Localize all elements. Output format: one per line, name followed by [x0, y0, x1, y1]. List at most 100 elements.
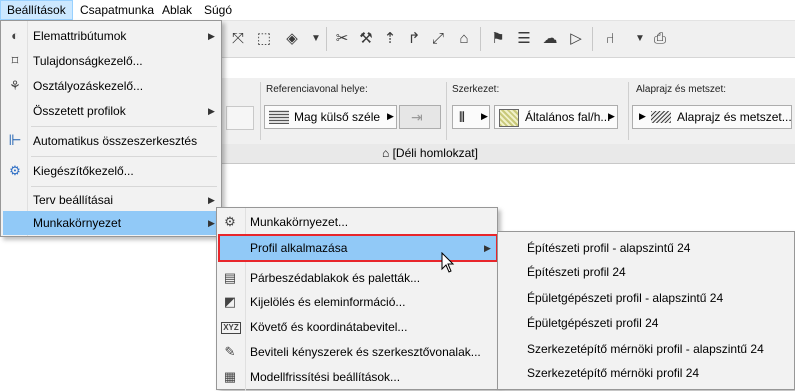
menu-item-label: Munkakörnyezet...: [250, 215, 349, 229]
menu-item-koveto[interactable]: XYZ Követő és koordinátabevitel...: [217, 315, 497, 339]
select-box-icon[interactable]: ⬚: [254, 29, 274, 49]
structure-type-icon: ⫴: [459, 109, 465, 125]
xyz-icon: XYZ: [221, 322, 241, 334]
menu-item-profile-2[interactable]: Építészeti profil 24: [498, 260, 794, 284]
resize-icon[interactable]: ⤢: [428, 29, 448, 49]
menu-bar: Beállítások Csapatmunka Ablak Súgó: [0, 0, 795, 21]
dropdown-arrow-icon[interactable]: ▼: [306, 29, 326, 49]
elevate-icon[interactable]: ⇡: [380, 29, 400, 49]
ref-offset-button[interactable]: ⇥: [399, 105, 441, 129]
chair-icon[interactable]: ⑁: [600, 29, 620, 49]
menu-item-modellfrissitesi[interactable]: ▦ Modellfrissítési beállítások...: [217, 365, 497, 389]
menu-beallitasok[interactable]: Beállítások: [0, 0, 73, 20]
menu-item-osszetett-profilok[interactable]: Összetett profilok ▶: [1, 99, 221, 123]
menu-item-label: Szerkezetépítő mérnöki profil - alapszin…: [527, 342, 764, 356]
menu-item-label: Automatikus összeszerkesztés: [33, 134, 198, 148]
menu-item-automatikus-osszeszerkesztes[interactable]: ⊩ Automatikus összeszerkesztés: [1, 129, 221, 153]
chevron-right-icon: ▶: [208, 218, 215, 228]
menu-item-osztalyozaskezelo[interactable]: ⚘ Osztályozáskezelő...: [1, 74, 221, 98]
menu-item-label: Elemattribútumok: [33, 29, 127, 43]
workenv-icon: ⚙: [224, 214, 236, 229]
menu-item-label: Szerkezetépítő mérnöki profil 24: [527, 366, 700, 380]
mouse-cursor-icon: [441, 252, 455, 273]
tab-label: [Déli homlokzat]: [392, 146, 478, 160]
adjust-icon[interactable]: ⚒: [356, 29, 376, 49]
material-swatch-icon: [499, 109, 519, 127]
menu-item-label: Párbeszédablakok és paletták...: [250, 271, 421, 285]
menu-item-munkakornyezet-dialog[interactable]: ⚙ Munkakörnyezet...: [217, 210, 497, 234]
menu-item-profile-5[interactable]: Szerkezetépítő mérnöki profil - alapszin…: [498, 337, 794, 361]
dropdown-arrow-icon[interactable]: ▼: [630, 29, 650, 49]
chevron-right-icon: ▶: [208, 195, 215, 205]
wall-pattern-icon: [269, 110, 289, 124]
menu-item-label: Követő és koordinátabevitel...: [250, 320, 408, 334]
pen-icon: ✎: [224, 344, 236, 359]
list-icon[interactable]: ☰: [514, 29, 534, 49]
roof-icon[interactable]: ⌂: [454, 29, 474, 49]
menu-sugo[interactable]: Súgó: [198, 0, 238, 20]
menu-csapatmunka[interactable]: Csapatmunka: [74, 0, 160, 20]
palette-icon: ◐: [11, 28, 19, 43]
menu-item-label: Kiegészítőkezelő...: [33, 164, 134, 178]
rotate-icon[interactable]: ⤧: [228, 29, 248, 49]
menu-item-tulajdonsagkezelo[interactable]: ⌑ Tulajdonságkezelő...: [1, 49, 221, 73]
chevron-right-icon: ▶: [208, 31, 215, 41]
menu-item-label: Épületgépészeti profil 24: [527, 316, 659, 330]
menu-item-label: Terv beállításai: [33, 193, 114, 207]
chevron-right-icon: ▶: [387, 111, 394, 121]
structure-value: Általános fal/h...: [525, 110, 611, 124]
menu-item-profile-3[interactable]: Épületgépészeti profil - alapszintű 24: [498, 286, 794, 310]
toolbar: ⤧ ⬚ ◈ ▼ ✂ ⚒ ⇡ ↱ ⤢ ⌂ ⚑ ☰ ☁ ▷ ⑁ ▼ ⎙: [222, 21, 795, 58]
structure-dropdown[interactable]: Általános fal/h... ▶: [494, 105, 618, 129]
menu-item-kijeloles[interactable]: ◩ Kijelölés és eleminformáció...: [217, 290, 497, 314]
menu-item-label: Tulajdonságkezelő...: [33, 54, 143, 68]
menu-item-terv-beallitasai[interactable]: Terv beállításai ▶: [1, 188, 221, 212]
merge-icon: ⊩: [8, 132, 22, 149]
elevation-icon: ⌂: [382, 146, 390, 160]
hatch-pattern-icon: [651, 111, 671, 123]
view-tab-bar: ⌂ [Déli homlokzat]: [222, 144, 795, 164]
cloud-icon[interactable]: ☁: [540, 29, 560, 49]
floorplan-value: Alaprajz és metszet...: [677, 110, 792, 124]
hierarchy-icon: ⚘: [9, 78, 21, 93]
settings-menu: ◐ Elemattribútumok ▶ ⌑ Tulajdonságkezelő…: [0, 20, 222, 237]
chevron-right-icon: ▶: [608, 111, 615, 121]
menu-item-label: Modellfrissítési beállítások...: [250, 370, 401, 384]
menu-item-label: Osztályozáskezelő...: [33, 79, 144, 93]
chevron-right-icon: ▶: [484, 243, 491, 253]
menu-item-label: Profil alkalmazása: [250, 241, 348, 255]
info-box: Referenciavonal helye: Mag külső széle ▶…: [222, 78, 795, 145]
view-3d-icon[interactable]: ◈: [282, 29, 302, 49]
printer-icon[interactable]: ⎙: [650, 29, 670, 49]
flag-icon[interactable]: ⚑: [488, 29, 508, 49]
geometry-preview-icon: [226, 106, 254, 130]
split-icon[interactable]: ✂: [332, 29, 352, 49]
chevron-right-icon: ▶: [481, 111, 488, 121]
menu-item-kiegeszitokezelo[interactable]: ⚙ Kiegészítőkezelő...: [1, 159, 221, 183]
floorplan-dropdown[interactable]: ▶ Alaprajz és metszet...: [632, 105, 792, 129]
chevron-right-icon: ▶: [639, 111, 646, 121]
workenv-submenu: ⚙ Munkakörnyezet... Profil alkalmazása ▶…: [216, 207, 498, 391]
ref-line-dropdown[interactable]: Mag külső széle ▶: [264, 105, 397, 129]
menu-item-beviteli-kenyszerek[interactable]: ✎ Beviteli kényszerek és szerkesztővonal…: [217, 340, 497, 364]
menu-item-label: Kijelölés és eleminformáció...: [250, 295, 406, 309]
chevron-right-icon: ▶: [208, 106, 215, 116]
menu-item-label: Összetett profilok: [33, 104, 126, 118]
tag-icon: ⌑: [11, 53, 19, 68]
tab-deli-homlokzat[interactable]: ⌂ [Déli homlokzat]: [378, 145, 482, 162]
play-icon[interactable]: ▷: [566, 29, 586, 49]
menu-item-elemattributumok[interactable]: ◐ Elemattribútumok ▶: [1, 24, 221, 48]
menu-item-profile-4[interactable]: Épületgépészeti profil 24: [498, 311, 794, 335]
menu-item-profile-6[interactable]: Szerkezetépítő mérnöki profil 24: [498, 361, 794, 385]
offset-icon[interactable]: ↱: [404, 29, 424, 49]
menu-item-label: Munkakörnyezet: [33, 216, 122, 230]
offset-arrow-icon: ⇥: [411, 109, 423, 125]
menu-item-munkakornyezet[interactable]: Munkakörnyezet ▶: [3, 211, 219, 235]
gear-icon: ⚙: [9, 163, 21, 178]
ref-line-value: Mag külső széle: [294, 110, 381, 124]
structure-type-button[interactable]: ⫴ ▶: [452, 105, 490, 129]
selection-icon: ◩: [223, 294, 237, 309]
menu-item-profile-1[interactable]: Építészeti profil - alapszintű 24: [498, 236, 794, 260]
menu-ablak[interactable]: Ablak: [156, 0, 198, 20]
bricks-icon: ▦: [223, 369, 237, 384]
